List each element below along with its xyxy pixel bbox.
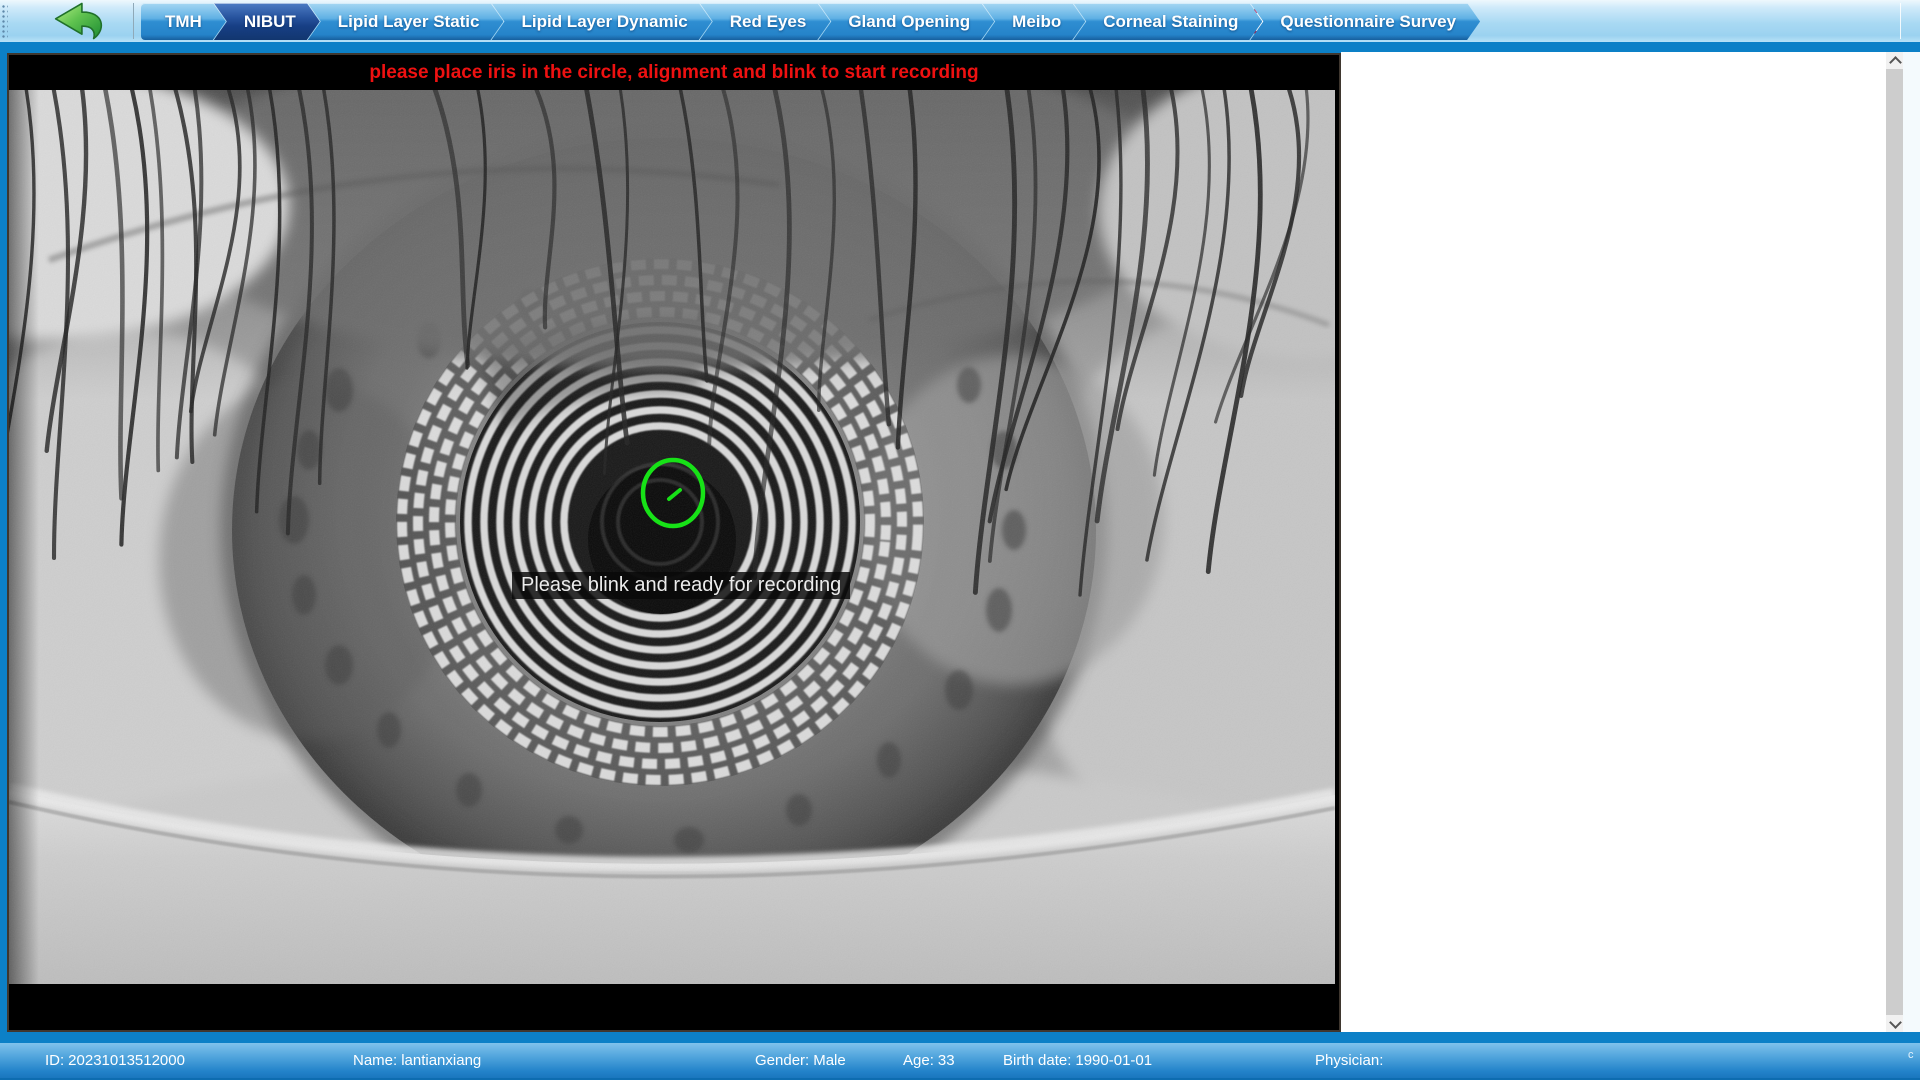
toolbar: TMH NIBUT Lipid Layer Static Lipid Layer… (0, 0, 1920, 42)
back-arrow-icon (46, 2, 112, 40)
tab-nibut[interactable]: NIBUT (214, 3, 320, 40)
live-eye-view: Please blink and ready for recording (9, 90, 1335, 984)
tab-gland-opening[interactable]: Gland Opening (818, 3, 994, 40)
results-panel (1341, 52, 1886, 1032)
field-value: 20231013512000 (68, 1052, 185, 1069)
status-field-name: Name:lantianxiang (353, 1052, 481, 1069)
field-value: 33 (938, 1052, 955, 1069)
field-label: Name: (353, 1052, 397, 1069)
tab-questionnaire-survey[interactable]: Questionnaire Survey (1250, 3, 1480, 40)
tab-lipid-layer-static[interactable]: Lipid Layer Static (308, 3, 504, 40)
chevron-up-icon (1889, 56, 1902, 69)
status-field-birth-date: Birth date:1990-01-01 (1003, 1052, 1152, 1069)
field-value: 1990-01-01 (1075, 1052, 1152, 1069)
mode-tabs: TMH NIBUT Lipid Layer Static Lipid Layer… (141, 3, 1468, 40)
tab-red-eyes[interactable]: Red Eyes (700, 3, 831, 40)
corner-mark: c (1908, 1049, 1914, 1061)
field-label: Gender: (755, 1052, 809, 1069)
scroll-down-button[interactable] (1886, 1015, 1903, 1032)
toolbar-separator (133, 3, 134, 39)
field-label: Physician: (1315, 1052, 1383, 1069)
tab-meibo[interactable]: Meibo (982, 3, 1085, 40)
toolbar-grip-handle (1, 4, 8, 38)
patient-status-bar: ID:20231013512000 Name:lantianxiang Gend… (0, 1043, 1920, 1080)
window-edge-strip (1903, 52, 1920, 1032)
back-button[interactable] (46, 2, 112, 40)
tab-corneal-staining[interactable]: Corneal Staining (1073, 3, 1262, 40)
status-field-physician: Physician: (1315, 1052, 1387, 1069)
status-field-gender: Gender:Male (755, 1052, 846, 1069)
results-scrollbar[interactable] (1886, 52, 1903, 1032)
tab-tmh[interactable]: TMH (141, 3, 226, 40)
field-label: ID: (45, 1052, 64, 1069)
status-field-id: ID:20231013512000 (45, 1052, 185, 1069)
field-label: Age: (903, 1052, 934, 1069)
field-value: lantianxiang (401, 1052, 481, 1069)
field-value: Male (813, 1052, 846, 1069)
tab-lipid-layer-dynamic[interactable]: Lipid Layer Dynamic (491, 3, 711, 40)
overlay-message: Please blink and ready for recording (512, 572, 850, 599)
field-label: Birth date: (1003, 1052, 1071, 1069)
status-field-age: Age:33 (903, 1052, 955, 1069)
application-window: TMH NIBUT Lipid Layer Static Lipid Layer… (0, 0, 1920, 1080)
toolbar-edge-divider (1900, 3, 1901, 39)
scroll-up-button[interactable] (1886, 52, 1903, 69)
instruction-text: please place iris in the circle, alignme… (9, 55, 1339, 89)
eye-photo (9, 90, 1335, 984)
scrollbar-thumb[interactable] (1886, 69, 1903, 1015)
capture-panel: please place iris in the circle, alignme… (7, 53, 1341, 1032)
chevron-down-icon (1889, 1016, 1902, 1029)
